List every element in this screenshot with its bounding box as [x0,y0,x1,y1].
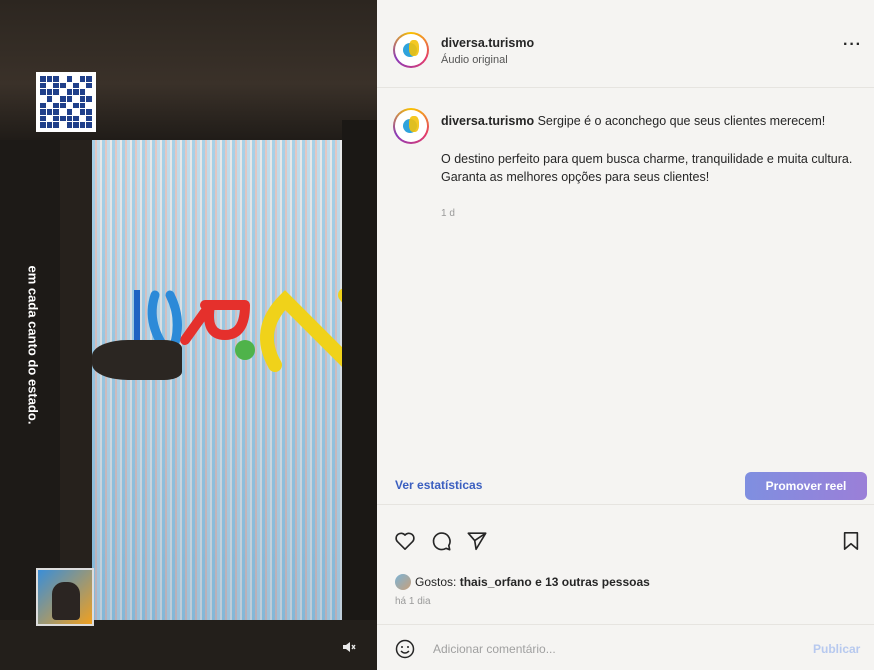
send-icon[interactable] [465,529,489,553]
speaker-muted-icon[interactable] [342,641,356,656]
caption-body: O destino perfeito para quem busca charm… [441,150,861,186]
reel-video[interactable]: em cada canto do estado. [0,0,377,670]
audio-label[interactable]: Áudio original [441,54,508,66]
instagram-post-view: em cada canto do estado. diversa.turismo… [0,0,874,670]
caption-headline: diversa.turismo Sergipe é o aconchego qu… [441,112,871,130]
video-overlay-label: em cada canto do estado. [25,265,41,425]
post-time-ago: há 1 dia [395,596,431,607]
caption-timestamp: 1 d [441,208,455,219]
publish-comment-button[interactable]: Publicar [813,642,860,656]
liker-avatar [395,574,411,590]
author-avatar[interactable] [393,32,429,68]
person-silhouette [92,340,182,380]
heart-icon[interactable] [393,529,417,553]
post-header: diversa.turismo Áudio original ··· [377,0,874,88]
more-horizontal-icon[interactable]: ··· [843,36,862,54]
emoji-icon[interactable] [395,639,415,659]
video-overlay-text: em cada canto do estado. [18,250,48,440]
author-username[interactable]: diversa.turismo [441,36,534,50]
comment-icon[interactable] [429,529,453,553]
caption-body-line2: Garanta as melhores opções para seus cli… [441,170,710,184]
liker-username[interactable]: thais_orfano [460,575,532,589]
promote-reel-button[interactable]: Promover reel [745,472,867,500]
action-bar [377,504,874,566]
likes-prefix: Gostos: [415,575,457,589]
likes-summary[interactable]: Gostos: thais_orfano e 13 outras pessoas [395,574,650,590]
view-insights-link[interactable]: Ver estatísticas [395,478,482,492]
caption-block: diversa.turismo Sergipe é o aconchego qu… [377,88,874,468]
dark-pillar-right [342,120,377,670]
caption-headline-text: Sergipe é o aconchego que seus clientes … [537,114,826,128]
likes-others[interactable]: e 13 outras pessoas [535,575,650,589]
presenter-silhouette [52,582,80,620]
caption-body-line1: O destino perfeito para quem busca charm… [441,152,853,166]
caption-username[interactable]: diversa.turismo [441,114,534,128]
qr-code-image [36,72,96,132]
comment-input[interactable] [433,637,793,661]
video-floor [0,620,377,670]
caption-avatar[interactable] [393,108,429,144]
bookmark-icon[interactable] [839,529,863,553]
post-panel: diversa.turismo Áudio original ··· diver… [377,0,874,670]
presenter-inset-image [36,568,94,626]
comment-bar: Publicar [377,624,874,670]
